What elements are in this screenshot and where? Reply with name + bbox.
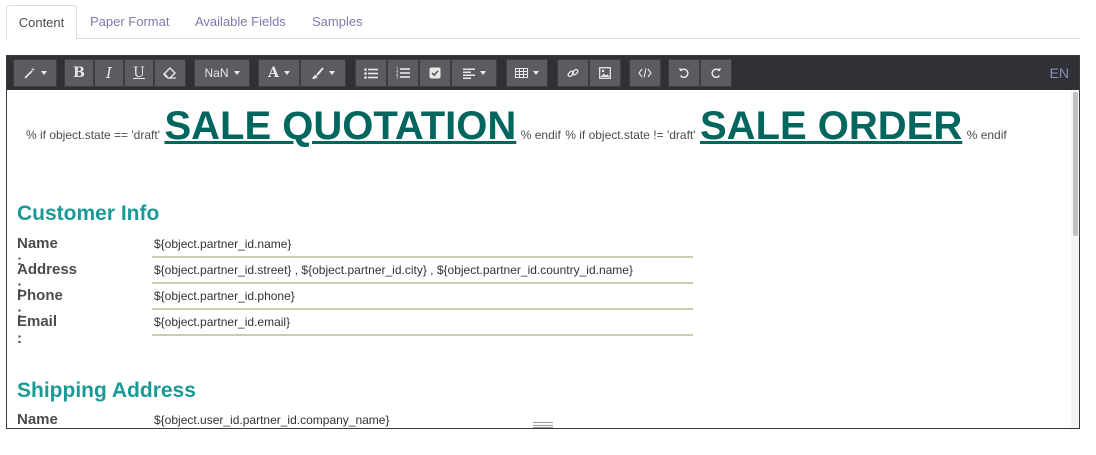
link-button[interactable] xyxy=(557,59,589,87)
underline-button[interactable]: U xyxy=(124,59,154,87)
field-value: ${object.partner_id.email} xyxy=(152,310,693,336)
template-if-draft: % if object.state == 'draft' xyxy=(26,128,160,142)
resize-handle[interactable] xyxy=(533,422,553,428)
bullet-list-button[interactable] xyxy=(355,59,387,87)
code-view-button[interactable] xyxy=(629,59,661,87)
svg-text:3: 3 xyxy=(396,75,399,80)
tab-content[interactable]: Content xyxy=(6,5,77,40)
undo-button[interactable] xyxy=(668,59,700,87)
language-selector[interactable]: EN xyxy=(1050,65,1069,81)
vertical-scrollbar[interactable] xyxy=(1071,90,1079,428)
link-icon xyxy=(567,68,579,78)
template-endif: % endif xyxy=(520,128,561,142)
font-color-button[interactable]: A xyxy=(258,59,300,87)
field-value: ${object.partner_id.street} , ${object.p… xyxy=(152,258,693,284)
eraser-icon xyxy=(163,67,176,79)
editor-content[interactable]: % if object.state == 'draft' SALE QUOTAT… xyxy=(7,90,1073,428)
field-label: Email : xyxy=(17,313,58,347)
magic-wand-icon xyxy=(23,67,35,79)
sale-order-title: SALE ORDER xyxy=(700,104,963,148)
field-label: Name : xyxy=(17,411,58,428)
font-size-value: NaN xyxy=(204,66,229,80)
font-color-icon: A xyxy=(268,65,279,81)
numbered-list-button[interactable]: 123 xyxy=(387,59,419,87)
field-value: ${object.partner_id.phone} xyxy=(152,284,693,310)
html-editor: B I U NaN A 123 EN % if object.state == … xyxy=(6,55,1080,429)
field-value: ${object.user_id.partner_id.company_name… xyxy=(154,413,390,427)
style-button[interactable] xyxy=(13,59,57,87)
sale-quotation-title: SALE QUOTATION xyxy=(164,104,517,148)
field-value: ${object.partner_id.name} xyxy=(152,232,693,258)
table-button[interactable] xyxy=(506,59,548,87)
image-icon xyxy=(599,67,611,79)
code-icon xyxy=(638,68,652,78)
image-button[interactable] xyxy=(589,59,621,87)
table-icon xyxy=(515,68,528,78)
tab-samples[interactable]: Samples xyxy=(312,5,363,39)
undo-icon xyxy=(678,68,689,79)
template-endif: % endif xyxy=(966,128,1007,142)
redo-icon xyxy=(711,68,722,79)
customer-info-heading: Customer Info xyxy=(17,202,160,225)
tab-paper-format[interactable]: Paper Format xyxy=(90,5,169,39)
scrollbar-thumb[interactable] xyxy=(1073,92,1078,236)
paintbrush-icon xyxy=(312,66,324,79)
template-if-not-draft: % if object.state != 'draft' xyxy=(565,128,696,142)
numbered-list-icon: 123 xyxy=(396,67,410,79)
italic-button[interactable]: I xyxy=(94,59,124,87)
editor-toolbar: B I U NaN A 123 EN xyxy=(7,56,1079,90)
tab-bar: Content Paper Format Available Fields Sa… xyxy=(6,5,1080,40)
bullet-list-icon xyxy=(364,67,378,79)
font-size-dropdown[interactable]: NaN xyxy=(194,59,250,87)
bold-button[interactable]: B xyxy=(64,59,94,87)
highlight-color-button[interactable] xyxy=(300,59,346,87)
checkbox-icon xyxy=(429,67,441,79)
shipping-address-heading: Shipping Address xyxy=(17,379,196,402)
paragraph-align-button[interactable] xyxy=(451,59,497,87)
align-left-icon xyxy=(462,68,475,79)
redo-button[interactable] xyxy=(700,59,732,87)
clear-format-button[interactable] xyxy=(154,59,186,87)
tab-available-fields[interactable]: Available Fields xyxy=(195,5,286,39)
report-title-line: % if object.state == 'draft' SALE QUOTAT… xyxy=(26,104,1073,160)
checklist-button[interactable] xyxy=(419,59,451,87)
